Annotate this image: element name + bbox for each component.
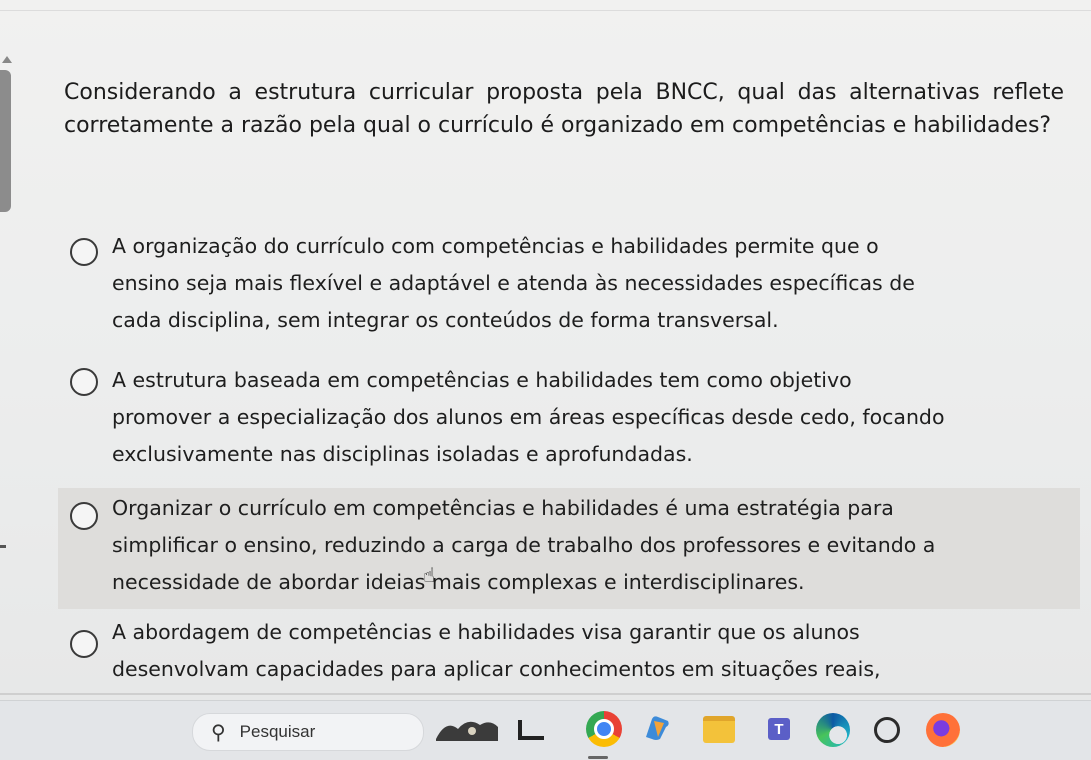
whatsapp-icon[interactable] xyxy=(870,713,904,747)
top-divider xyxy=(0,0,1091,11)
firefox-icon[interactable] xyxy=(926,713,960,747)
answer-option-4[interactable]: A abordagem de competências e habilidade… xyxy=(58,612,1080,692)
option-4-line-2: desenvolvam capacidades para aplicar con… xyxy=(112,657,881,681)
option-1-text: A organização do currículo com competênc… xyxy=(112,228,1052,339)
widgets-icon[interactable] xyxy=(432,713,502,747)
quiz-page: Considerando a estrutura curricular prop… xyxy=(0,0,1091,695)
option-3-line-1: Organizar o currículo em competências e … xyxy=(112,496,894,520)
option-1-line-1: A organização do currículo com competênc… xyxy=(112,234,879,258)
teams-icon[interactable]: T xyxy=(762,714,796,744)
option-4-line-1: A abordagem de competências e habilidade… xyxy=(112,620,860,644)
option-3-line-3: necessidade de abordar ideias mais compl… xyxy=(112,570,805,594)
edge-icon[interactable] xyxy=(816,713,850,747)
taskbar-search-input[interactable]: ⚲ Pesquisar xyxy=(192,713,424,751)
option-2-line-3: exclusivamente nas disciplinas isoladas … xyxy=(112,442,693,466)
radio-button-option-1[interactable] xyxy=(70,238,98,266)
copilot-icon[interactable] xyxy=(640,713,674,743)
scrollbar-thumb[interactable] xyxy=(0,70,11,212)
file-explorer-icon[interactable] xyxy=(702,715,736,743)
option-1-line-3: cada disciplina, sem integrar os conteúd… xyxy=(112,308,779,332)
tv-icon[interactable] xyxy=(516,719,546,741)
windows-start-icon[interactable] xyxy=(140,715,172,747)
question-text: Considerando a estrutura curricular prop… xyxy=(64,80,1064,138)
option-3-text: Organizar o currículo em competências e … xyxy=(112,490,1052,601)
chrome-icon[interactable] xyxy=(586,711,622,747)
option-2-line-1: A estrutura baseada em competências e ha… xyxy=(112,368,852,392)
radio-button-option-3[interactable] xyxy=(70,502,98,530)
option-1-line-2: ensino seja mais flexível e adaptável e … xyxy=(112,271,915,295)
answer-option-1[interactable]: A organização do currículo com competênc… xyxy=(58,230,1080,356)
radio-button-option-4[interactable] xyxy=(70,630,98,658)
windows-taskbar: ⚲ Pesquisar T xyxy=(0,700,1091,760)
radio-button-option-2[interactable] xyxy=(70,368,98,396)
search-icon: ⚲ xyxy=(211,720,226,744)
scroll-up-arrow-icon[interactable] xyxy=(2,56,12,63)
answer-option-2[interactable]: A estrutura baseada em competências e ha… xyxy=(58,356,1080,486)
answer-option-3[interactable]: Organizar o currículo em competências e … xyxy=(58,488,1080,609)
screen-bottom-divider xyxy=(0,693,1091,695)
option-2-line-2: promover a especialização dos alunos em … xyxy=(112,405,945,429)
search-placeholder: Pesquisar xyxy=(239,722,316,741)
edge-marker xyxy=(0,545,6,548)
hand-cursor-icon: ☝ xyxy=(423,563,436,587)
option-2-text: A estrutura baseada em competências e ha… xyxy=(112,362,1052,473)
option-3-line-2: simplificar o ensino, reduzindo a carga … xyxy=(112,533,936,557)
option-4-text: A abordagem de competências e habilidade… xyxy=(112,614,1052,688)
